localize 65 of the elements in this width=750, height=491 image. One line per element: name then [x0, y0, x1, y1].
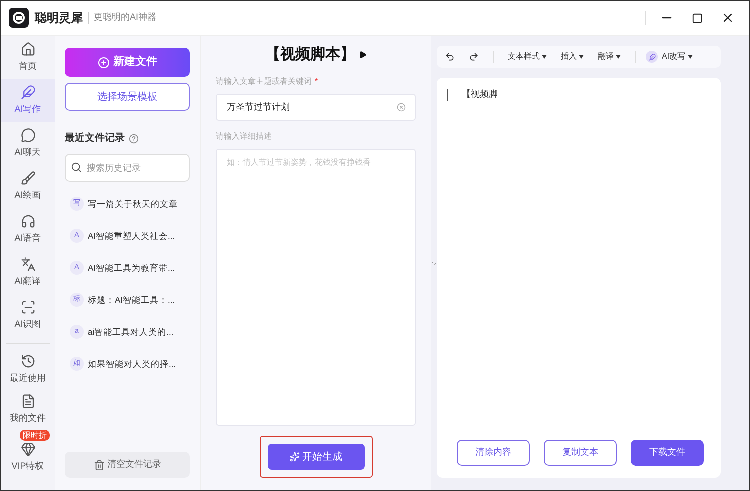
document-icon — [20, 394, 36, 410]
download-button[interactable]: 下载文件 — [631, 440, 704, 466]
ai-rewrite-menu[interactable]: AI改写 — [662, 51, 686, 63]
description-field[interactable]: 如：情人节过节新姿势，花钱没有挣钱香 — [216, 149, 416, 426]
toolbar-menu[interactable]: 翻译 — [598, 51, 614, 63]
sparkle-icon — [290, 452, 300, 462]
help-icon[interactable] — [129, 134, 139, 144]
file-title: AI智能重塑人类社会... — [88, 230, 176, 242]
undo-icon[interactable] — [445, 52, 455, 62]
nav-item[interactable]: AI语音 — [1, 208, 55, 251]
scan-icon — [20, 300, 36, 315]
new-file-button[interactable]: 新建文件 — [65, 48, 190, 77]
nav-item[interactable]: AI写作 — [1, 79, 55, 122]
search-icon — [71, 162, 82, 173]
action-button[interactable]: 清除内容 — [457, 440, 530, 466]
badge: 限时折 — [20, 430, 50, 441]
maximize-icon[interactable] — [692, 12, 703, 24]
trash-icon — [94, 460, 104, 470]
app-name: 聪明灵犀 — [35, 10, 83, 27]
required-mark: * — [315, 76, 318, 88]
topic-label: 请输入文章主题或者关键词 — [216, 76, 312, 88]
file-title: 写一篇关于秋天的文章 — [88, 198, 178, 210]
nav-item[interactable]: 我的文件 — [1, 390, 55, 430]
page-title: 【视频脚本】 — [266, 44, 356, 65]
redo-icon[interactable] — [469, 52, 479, 62]
nav-item[interactable]: VIP特权 — [1, 441, 55, 475]
recent-files-title: 最近文件记录 — [65, 132, 125, 146]
translate-icon — [20, 256, 36, 272]
gem-icon — [20, 442, 36, 458]
caret-icon — [542, 55, 547, 59]
toolbar-menu[interactable]: 插入 — [561, 51, 577, 63]
editor-content[interactable]: 【视频脚 — [462, 88, 498, 102]
nav-item[interactable]: AI聊天 — [1, 122, 55, 165]
file-title: 如果智能对人类的择... — [88, 358, 176, 370]
template-button[interactable]: 选择场景模板 — [65, 83, 190, 111]
nav-item[interactable]: 首页 — [1, 36, 55, 79]
caret-icon — [579, 55, 584, 59]
nav-item[interactable]: AI绘画 — [1, 165, 55, 208]
plus-icon — [98, 56, 110, 68]
file-title: 标题：AI智能工具：... — [88, 294, 176, 306]
toolbar-menu[interactable]: 文本样式 — [508, 51, 540, 63]
close-icon[interactable] — [721, 11, 735, 25]
topic-field[interactable]: 万圣节过节计划 — [216, 94, 416, 121]
chat-icon — [20, 128, 36, 143]
history-icon — [20, 354, 36, 370]
feather-icon — [20, 84, 36, 100]
nav-item[interactable]: 最近使用 — [1, 350, 55, 390]
app-slogan: 更聪明的AI神器 — [94, 11, 157, 24]
logo-icon — [9, 8, 29, 28]
file-title: AI智能工具为教育带... — [88, 262, 176, 274]
caret-icon — [616, 55, 621, 59]
headphones-icon — [20, 214, 36, 229]
action-button[interactable]: 复制文本 — [544, 440, 617, 466]
nav-item[interactable]: AI识图 — [1, 294, 55, 337]
feather-icon — [646, 51, 658, 63]
home-icon — [20, 42, 36, 57]
description-label: 请输入详细描述 — [216, 131, 273, 143]
generate-button[interactable]: 开始生成 — [268, 444, 364, 470]
search-field[interactable]: 搜索历史记录 — [65, 154, 190, 182]
brush-icon — [20, 170, 36, 186]
caret-icon — [688, 55, 693, 59]
file-title: ai智能工具对人类的... — [88, 326, 174, 338]
play-icon — [358, 51, 366, 59]
clear-records-button[interactable]: 清空文件记录 — [65, 452, 190, 478]
nav-item[interactable]: AI翻译 — [1, 251, 55, 294]
